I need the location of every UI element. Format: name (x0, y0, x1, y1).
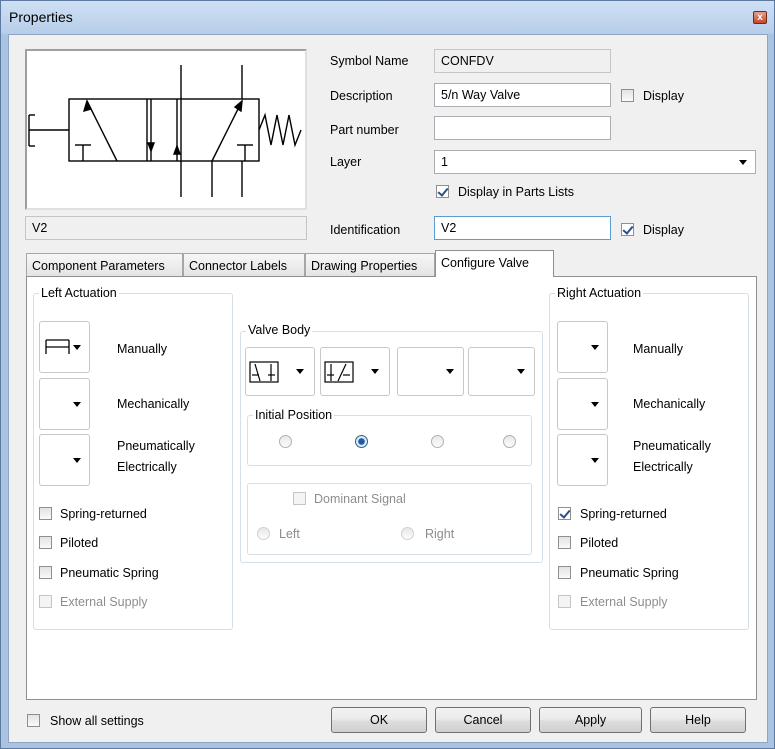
left-actuation-title: Left Actuation (39, 286, 119, 300)
title-bar[interactable]: Properties x (1, 1, 774, 34)
chevron-down-icon (739, 160, 747, 165)
dialog-client: V2 Symbol Name CONFDV Description 5/n Wa… (8, 34, 768, 743)
identification-input[interactable]: V2 (434, 216, 611, 240)
configure-valve-panel: Left Actuation Manually Mechanically Pne… (26, 276, 757, 700)
chevron-down-icon (591, 402, 599, 407)
right-spring-returned-checkbox[interactable] (558, 507, 571, 520)
layer-label: Layer (330, 155, 362, 169)
initial-position-radio-2[interactable] (355, 435, 368, 448)
right-piloted-checkbox[interactable] (558, 536, 571, 549)
apply-button[interactable]: Apply (539, 707, 642, 733)
valve-body-dropdown-2[interactable] (320, 347, 390, 396)
tab-drawing-properties[interactable]: Drawing Properties (305, 253, 435, 277)
chevron-down-icon (591, 345, 599, 350)
identification-display-label: Display (643, 223, 684, 237)
left-manually-label: Manually (117, 342, 168, 356)
right-piloted-label: Piloted (580, 536, 619, 550)
cancel-button[interactable]: Cancel (435, 707, 531, 733)
chevron-down-icon (73, 402, 81, 407)
ok-button[interactable]: OK (331, 707, 427, 733)
left-mechanical-dropdown[interactable] (39, 378, 90, 430)
show-all-settings-checkbox[interactable] (27, 714, 40, 727)
chevron-down-icon (296, 369, 304, 374)
dominant-signal-label: Dominant Signal (314, 492, 406, 506)
right-manual-dropdown[interactable] (557, 321, 608, 373)
description-label: Description (330, 89, 393, 103)
properties-window: Properties x V2 Symbol Name CONFDV Descr… (0, 0, 775, 749)
left-pneumatic-spring-label: Pneumatic Spring (60, 566, 159, 580)
description-input[interactable]: 5/n Way Valve (434, 83, 611, 107)
initial-position-radio-4[interactable] (503, 435, 516, 448)
layer-select[interactable]: 1 (434, 150, 756, 174)
right-pneumatic-spring-checkbox[interactable] (558, 566, 571, 579)
tab-configure-valve[interactable]: Configure Valve (435, 250, 554, 277)
description-display-checkbox[interactable] (621, 89, 634, 102)
display-in-parts-lists-label: Display in Parts Lists (458, 185, 575, 199)
left-external-supply-checkbox[interactable] (39, 595, 52, 608)
show-all-settings-label: Show all settings (50, 714, 144, 728)
help-button[interactable]: Help (650, 707, 746, 733)
left-pneumatic-dropdown[interactable] (39, 434, 90, 486)
right-actuation-title: Right Actuation (555, 286, 644, 300)
valve-symbol-icon (28, 65, 302, 197)
left-electrically-label: Electrically (117, 460, 177, 474)
initial-position-title: Initial Position (253, 408, 335, 422)
chevron-down-icon (591, 458, 599, 463)
right-electrically-label: Electrically (633, 460, 693, 474)
close-icon: x (757, 12, 763, 23)
chevron-down-icon (73, 345, 81, 350)
dominant-signal-checkbox[interactable] (293, 492, 306, 505)
dominant-right-radio[interactable] (401, 527, 414, 540)
symbol-name-field: CONFDV (434, 49, 611, 73)
left-external-supply-label: External Supply (60, 595, 148, 609)
tab-connector-labels[interactable]: Connector Labels (183, 253, 305, 277)
right-mechanically-label: Mechanically (633, 397, 706, 411)
right-external-supply-label: External Supply (580, 595, 668, 609)
valve-body-dropdown-3[interactable] (397, 347, 464, 396)
chevron-down-icon (371, 369, 379, 374)
right-spring-returned-label: Spring-returned (580, 507, 667, 521)
valve-body-dropdown-1[interactable] (245, 347, 315, 396)
left-pneumatic-spring-checkbox[interactable] (39, 566, 52, 579)
identification-label: Identification (330, 223, 401, 237)
chevron-down-icon (73, 458, 81, 463)
part-number-input[interactable] (434, 116, 611, 140)
dominant-right-label: Right (425, 527, 455, 541)
left-piloted-label: Piloted (60, 536, 99, 550)
valve-cell-cross-icon (249, 361, 279, 383)
chevron-down-icon (517, 369, 525, 374)
dominant-left-radio[interactable] (257, 527, 270, 540)
close-button[interactable]: x (753, 11, 767, 24)
right-mechanical-dropdown[interactable] (557, 378, 608, 430)
right-pneumatic-spring-label: Pneumatic Spring (580, 566, 679, 580)
part-number-label: Part number (330, 123, 399, 137)
valve-body-dropdown-4[interactable] (468, 347, 535, 396)
valve-body-title: Valve Body (246, 323, 313, 337)
symbol-id-field: V2 (25, 216, 307, 240)
display-in-parts-lists-checkbox[interactable] (436, 185, 449, 198)
right-manually-label: Manually (633, 342, 684, 356)
left-spring-returned-label: Spring-returned (60, 507, 147, 521)
left-manual-dropdown[interactable] (39, 321, 90, 373)
description-display-label: Display (643, 89, 684, 103)
left-pneumatically-label: Pneumatically (117, 439, 195, 453)
right-external-supply-checkbox[interactable] (558, 595, 571, 608)
tab-component-parameters[interactable]: Component Parameters (26, 253, 183, 277)
chevron-down-icon (446, 369, 454, 374)
valve-cell-parallel-icon (324, 361, 354, 383)
initial-position-radio-1[interactable] (279, 435, 292, 448)
layer-value: 1 (441, 155, 448, 169)
left-mechanically-label: Mechanically (117, 397, 190, 411)
left-piloted-checkbox[interactable] (39, 536, 52, 549)
right-pneumatically-label: Pneumatically (633, 439, 711, 453)
symbol-name-label: Symbol Name (330, 54, 409, 68)
manual-actuator-icon (45, 339, 70, 354)
left-spring-returned-checkbox[interactable] (39, 507, 52, 520)
dominant-left-label: Left (279, 527, 300, 541)
initial-position-radio-3[interactable] (431, 435, 444, 448)
right-pneumatic-dropdown[interactable] (557, 434, 608, 486)
symbol-preview (25, 49, 307, 210)
window-title: Properties (9, 9, 73, 25)
identification-display-checkbox[interactable] (621, 223, 634, 236)
